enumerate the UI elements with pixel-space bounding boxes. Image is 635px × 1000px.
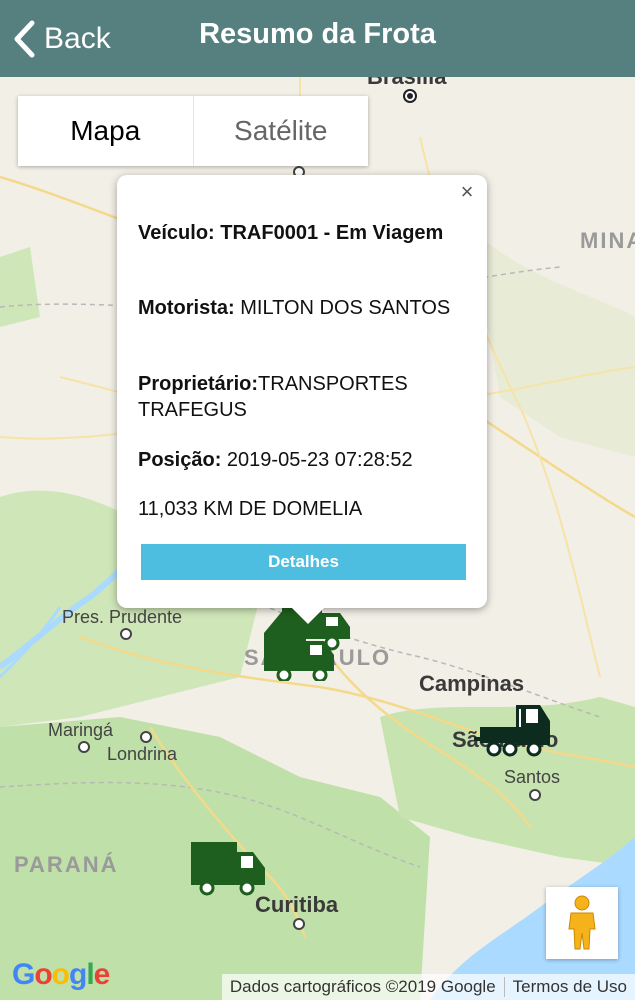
- city-dot-brasilia: [403, 89, 417, 103]
- details-button[interactable]: Detalhes: [141, 544, 466, 580]
- position-info: Posição: 2019-05-23 07:28:52: [138, 447, 458, 473]
- label-campinas: Campinas: [419, 671, 525, 696]
- truck-marker[interactable]: [189, 840, 267, 901]
- terms-link[interactable]: Termos de Uso: [503, 977, 635, 997]
- vehicle-info: Veículo: TRAF0001 - Em Viagem: [138, 220, 458, 246]
- map-type-toggle: Mapa Satélite: [18, 96, 368, 166]
- driver-label: Motorista:: [138, 297, 235, 319]
- google-logo-e: e: [93, 958, 111, 991]
- street-view-button[interactable]: [546, 887, 618, 959]
- driver-info: Motorista: MILTON DOS SANTOS: [138, 295, 458, 321]
- label-londrina: Londrina: [107, 744, 178, 764]
- label-brasilia: Brasília: [367, 77, 447, 90]
- google-logo-l: l: [86, 958, 94, 991]
- city-dot-pres-prudente: [120, 628, 132, 640]
- vehicle-value: TRAF0001 - Em Viagem: [220, 222, 444, 244]
- google-logo: Google: [12, 958, 111, 992]
- close-icon[interactable]: ×: [455, 179, 479, 204]
- city-dot-curitiba: [293, 918, 305, 930]
- label-curitiba: Curitiba: [255, 892, 339, 917]
- label-parana: PARANÁ: [14, 852, 119, 877]
- info-window: × Veículo: TRAF0001 - Em Viagem Motorist…: [117, 175, 487, 624]
- page-title: Resumo da Frota: [199, 18, 436, 50]
- google-logo-g: G: [12, 958, 35, 991]
- city-dot-londrina: [140, 731, 152, 743]
- vehicle-label: Veículo:: [138, 222, 215, 244]
- driver-value: MILTON DOS SANTOS: [240, 297, 451, 319]
- position-value: 2019-05-23 07:28:52: [226, 449, 413, 471]
- label-santos: Santos: [504, 767, 561, 787]
- city-dot-maringa: [78, 741, 90, 753]
- owner-label: Proprietário:: [138, 373, 259, 395]
- distance-info: 11,033 KM DE DOMELIA: [138, 498, 363, 520]
- label-minas: MINA: [580, 228, 635, 253]
- map-attribution: Dados cartográficos ©2019 Google Termos …: [221, 974, 635, 1000]
- truck-marker[interactable]: [470, 701, 560, 766]
- attribution-text: Dados cartográficos ©2019 Google: [229, 977, 496, 996]
- map-type-map-button[interactable]: Mapa: [18, 96, 193, 166]
- app-header: Back Resumo da Frota: [0, 0, 635, 77]
- pegman-icon: [568, 895, 596, 950]
- city-dot-santos: [529, 789, 541, 801]
- truck-icon: [474, 705, 550, 757]
- owner-info: Proprietário:TRANSPORTES TRAFEGUS: [138, 371, 458, 423]
- position-label: Posição:: [138, 449, 222, 471]
- google-logo-o2: o: [51, 958, 70, 991]
- label-pres-prudente: Pres. Prudente: [62, 607, 183, 627]
- truck-icon: [191, 842, 265, 896]
- google-logo-o1: o: [34, 958, 52, 991]
- label-maringa: Maringá: [48, 720, 114, 740]
- google-logo-g2: g: [69, 958, 87, 991]
- map-type-satellite-button[interactable]: Satélite: [192, 96, 369, 166]
